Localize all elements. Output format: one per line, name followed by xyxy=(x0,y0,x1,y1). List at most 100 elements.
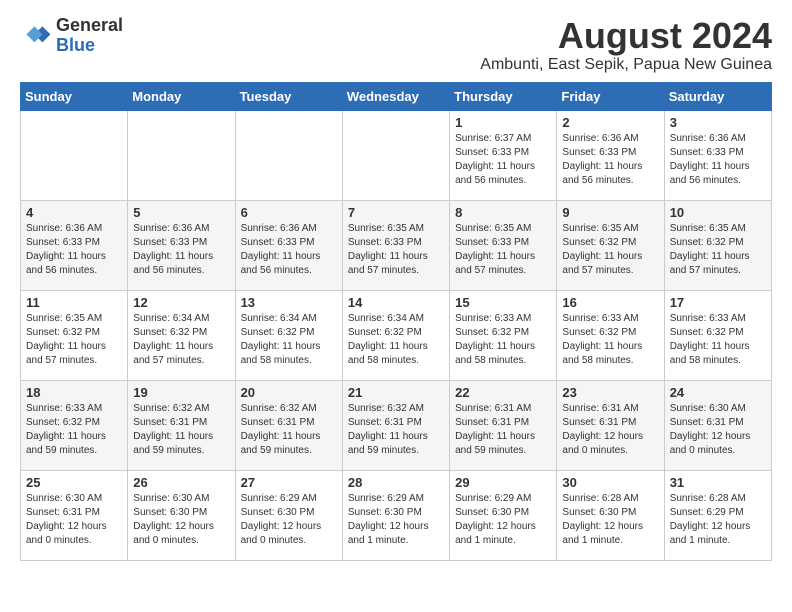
day-info: Sunrise: 6:33 AM Sunset: 6:32 PM Dayligh… xyxy=(562,312,658,368)
day-cell: 14 Sunrise: 6:34 AM Sunset: 6:32 PM Dayli… xyxy=(342,290,449,380)
logo: General Blue xyxy=(20,16,123,56)
day-info: Sunrise: 6:35 AM Sunset: 6:32 PM Dayligh… xyxy=(670,222,766,278)
day-info: Sunrise: 6:36 AM Sunset: 6:33 PM Dayligh… xyxy=(562,132,658,188)
day-cell xyxy=(235,110,342,200)
calendar-subtitle: Ambunti, East Sepik, Papua New Guinea xyxy=(480,56,772,74)
day-info: Sunrise: 6:31 AM Sunset: 6:31 PM Dayligh… xyxy=(562,402,658,458)
day-number: 29 xyxy=(455,475,551,490)
logo-icon xyxy=(20,20,52,52)
day-number: 15 xyxy=(455,295,551,310)
week-row-4: 18 Sunrise: 6:33 AM Sunset: 6:32 PM Dayli… xyxy=(21,380,772,470)
day-info: Sunrise: 6:36 AM Sunset: 6:33 PM Dayligh… xyxy=(133,222,229,278)
day-cell: 2Sunrise: 6:36 AM Sunset: 6:33 PM Daylig… xyxy=(557,110,664,200)
day-number: 16 xyxy=(562,295,658,310)
day-cell xyxy=(21,110,128,200)
day-cell: 1 Sunrise: 6:37 AM Sunset: 6:33 PM Daylig… xyxy=(450,110,557,200)
day-number: 21 xyxy=(348,385,444,400)
day-number: 14 xyxy=(348,295,444,310)
day-info: Sunrise: 6:37 AM Sunset: 6:33 PM Dayligh… xyxy=(455,132,551,188)
day-cell: 3 Sunrise: 6:36 AM Sunset: 6:33 PM Daylig… xyxy=(664,110,771,200)
logo-general-text: General xyxy=(56,16,123,36)
day-info: Sunrise: 6:32 AM Sunset: 6:31 PM Dayligh… xyxy=(133,402,229,458)
day-number: 5 xyxy=(133,205,229,220)
day-info: Sunrise: 6:29 AM Sunset: 6:30 PM Dayligh… xyxy=(455,492,551,548)
day-info: Sunrise: 6:30 AM Sunset: 6:30 PM Dayligh… xyxy=(133,492,229,548)
day-cell: 18 Sunrise: 6:33 AM Sunset: 6:32 PM Dayli… xyxy=(21,380,128,470)
day-number: 4 xyxy=(26,205,122,220)
day-cell: 29 Sunrise: 6:29 AM Sunset: 6:30 PM Dayli… xyxy=(450,470,557,560)
day-cell: 8 Sunrise: 6:35 AM Sunset: 6:33 PM Daylig… xyxy=(450,200,557,290)
day-info: Sunrise: 6:29 AM Sunset: 6:30 PM Dayligh… xyxy=(241,492,337,548)
day-number: 27 xyxy=(241,475,337,490)
day-cell: 9 Sunrise: 6:35 AM Sunset: 6:32 PM Daylig… xyxy=(557,200,664,290)
day-info: Sunrise: 6:36 AM Sunset: 6:33 PM Dayligh… xyxy=(670,132,766,188)
day-number: 31 xyxy=(670,475,766,490)
day-info: Sunrise: 6:32 AM Sunset: 6:31 PM Dayligh… xyxy=(241,402,337,458)
header-friday: Friday xyxy=(557,82,664,110)
day-number: 25 xyxy=(26,475,122,490)
day-number: 17 xyxy=(670,295,766,310)
day-info: Sunrise: 6:33 AM Sunset: 6:32 PM Dayligh… xyxy=(26,402,122,458)
day-info: Sunrise: 6:35 AM Sunset: 6:33 PM Dayligh… xyxy=(455,222,551,278)
day-cell: 25Sunrise: 6:30 AM Sunset: 6:31 PM Dayli… xyxy=(21,470,128,560)
day-cell: 30 Sunrise: 6:28 AM Sunset: 6:30 PM Dayli… xyxy=(557,470,664,560)
day-number: 11 xyxy=(26,295,122,310)
week-row-1: 1 Sunrise: 6:37 AM Sunset: 6:33 PM Daylig… xyxy=(21,110,772,200)
day-cell: 21Sunrise: 6:32 AM Sunset: 6:31 PM Dayli… xyxy=(342,380,449,470)
day-number: 6 xyxy=(241,205,337,220)
day-cell: 12Sunrise: 6:34 AM Sunset: 6:32 PM Dayli… xyxy=(128,290,235,380)
day-cell: 19 Sunrise: 6:32 AM Sunset: 6:31 PM Dayli… xyxy=(128,380,235,470)
day-info: Sunrise: 6:35 AM Sunset: 6:32 PM Dayligh… xyxy=(562,222,658,278)
day-number: 19 xyxy=(133,385,229,400)
day-cell xyxy=(128,110,235,200)
day-info: Sunrise: 6:30 AM Sunset: 6:31 PM Dayligh… xyxy=(670,402,766,458)
header-thursday: Thursday xyxy=(450,82,557,110)
day-cell: 13 Sunrise: 6:34 AM Sunset: 6:32 PM Dayli… xyxy=(235,290,342,380)
day-number: 9 xyxy=(562,205,658,220)
day-info: Sunrise: 6:28 AM Sunset: 6:29 PM Dayligh… xyxy=(670,492,766,548)
day-cell: 23 Sunrise: 6:31 AM Sunset: 6:31 PM Dayli… xyxy=(557,380,664,470)
day-number: 28 xyxy=(348,475,444,490)
header-sunday: Sunday xyxy=(21,82,128,110)
day-number: 1 xyxy=(455,115,551,130)
day-number: 8 xyxy=(455,205,551,220)
day-cell: 27 Sunrise: 6:29 AM Sunset: 6:30 PM Dayli… xyxy=(235,470,342,560)
header-wednesday: Wednesday xyxy=(342,82,449,110)
calendar-table: SundayMondayTuesdayWednesdayThursdayFrid… xyxy=(20,82,772,561)
day-info: Sunrise: 6:33 AM Sunset: 6:32 PM Dayligh… xyxy=(455,312,551,368)
day-info: Sunrise: 6:34 AM Sunset: 6:32 PM Dayligh… xyxy=(348,312,444,368)
day-info: Sunrise: 6:31 AM Sunset: 6:31 PM Dayligh… xyxy=(455,402,551,458)
header-tuesday: Tuesday xyxy=(235,82,342,110)
day-cell: 20 Sunrise: 6:32 AM Sunset: 6:31 PM Dayli… xyxy=(235,380,342,470)
day-number: 23 xyxy=(562,385,658,400)
day-info: Sunrise: 6:28 AM Sunset: 6:30 PM Dayligh… xyxy=(562,492,658,548)
logo-blue-text: Blue xyxy=(56,36,123,56)
day-cell: 26Sunrise: 6:30 AM Sunset: 6:30 PM Dayli… xyxy=(128,470,235,560)
day-info: Sunrise: 6:34 AM Sunset: 6:32 PM Dayligh… xyxy=(241,312,337,368)
day-info: Sunrise: 6:34 AM Sunset: 6:32 PM Dayligh… xyxy=(133,312,229,368)
day-cell: 11 Sunrise: 6:35 AM Sunset: 6:32 PM Dayli… xyxy=(21,290,128,380)
week-row-3: 11 Sunrise: 6:35 AM Sunset: 6:32 PM Dayli… xyxy=(21,290,772,380)
day-number: 30 xyxy=(562,475,658,490)
day-cell: 10Sunrise: 6:35 AM Sunset: 6:32 PM Dayli… xyxy=(664,200,771,290)
day-cell: 15 Sunrise: 6:33 AM Sunset: 6:32 PM Dayli… xyxy=(450,290,557,380)
page-header: General Blue August 2024 Ambunti, East S… xyxy=(20,16,772,74)
day-info: Sunrise: 6:29 AM Sunset: 6:30 PM Dayligh… xyxy=(348,492,444,548)
calendar-header-row: SundayMondayTuesdayWednesdayThursdayFrid… xyxy=(21,82,772,110)
day-number: 18 xyxy=(26,385,122,400)
day-number: 13 xyxy=(241,295,337,310)
week-row-2: 4 Sunrise: 6:36 AM Sunset: 6:33 PM Daylig… xyxy=(21,200,772,290)
header-monday: Monday xyxy=(128,82,235,110)
day-number: 3 xyxy=(670,115,766,130)
day-info: Sunrise: 6:36 AM Sunset: 6:33 PM Dayligh… xyxy=(241,222,337,278)
day-info: Sunrise: 6:35 AM Sunset: 6:32 PM Dayligh… xyxy=(26,312,122,368)
day-cell: 31 Sunrise: 6:28 AM Sunset: 6:29 PM Dayli… xyxy=(664,470,771,560)
week-row-5: 25Sunrise: 6:30 AM Sunset: 6:31 PM Dayli… xyxy=(21,470,772,560)
day-cell: 7Sunrise: 6:35 AM Sunset: 6:33 PM Daylig… xyxy=(342,200,449,290)
day-info: Sunrise: 6:36 AM Sunset: 6:33 PM Dayligh… xyxy=(26,222,122,278)
day-number: 24 xyxy=(670,385,766,400)
day-number: 20 xyxy=(241,385,337,400)
day-cell: 22Sunrise: 6:31 AM Sunset: 6:31 PM Dayli… xyxy=(450,380,557,470)
day-cell xyxy=(342,110,449,200)
day-cell: 4 Sunrise: 6:36 AM Sunset: 6:33 PM Daylig… xyxy=(21,200,128,290)
